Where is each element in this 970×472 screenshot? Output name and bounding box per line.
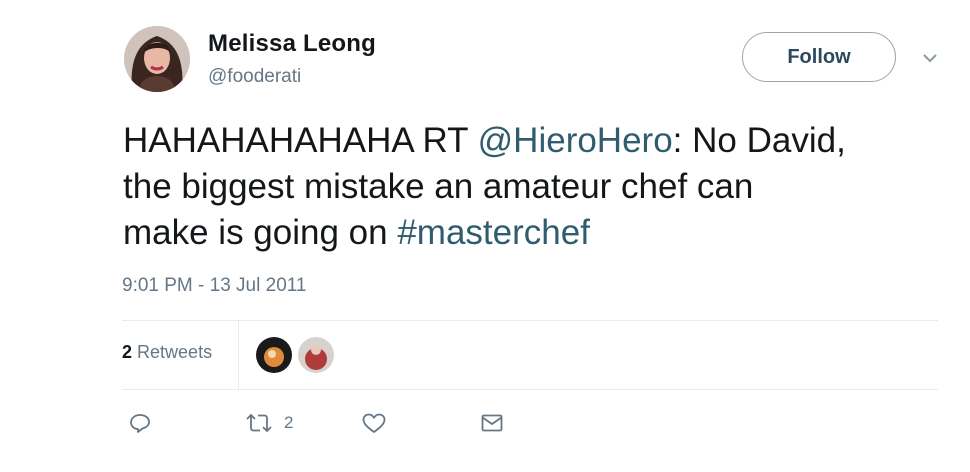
heart-icon xyxy=(362,413,386,433)
divider xyxy=(122,389,938,390)
retweeter-avatar[interactable] xyxy=(256,337,292,373)
tweet-text-line: the biggest mistake an amateur chef can xyxy=(123,167,754,206)
author-display-name[interactable]: Melissa Leong xyxy=(208,30,376,58)
tweet-card: Melissa Leong @fooderati Follow HAHAHAHA… xyxy=(0,0,970,472)
divider xyxy=(122,320,938,321)
tweet-text-part: : No David, xyxy=(672,121,846,160)
chevron-down-icon[interactable] xyxy=(923,52,937,64)
tweet-text-part: make is going on xyxy=(123,213,398,252)
stats-divider xyxy=(238,320,239,389)
envelope-icon xyxy=(481,414,503,432)
tweet-text: HAHAHAHAHAHA RT @HieroHero: No David, th… xyxy=(123,118,963,256)
reply-icon xyxy=(130,414,150,433)
retweeter-avatar[interactable] xyxy=(298,337,334,373)
retweet-icon xyxy=(246,413,272,433)
author-avatar[interactable] xyxy=(124,26,190,92)
follow-button[interactable]: Follow xyxy=(742,32,896,82)
retweet-stat-count: 2 xyxy=(122,342,133,362)
author-handle[interactable]: @fooderati xyxy=(208,66,301,88)
reply-button[interactable] xyxy=(128,410,152,436)
retweet-stat-label: Retweets xyxy=(137,342,213,362)
retweet-stats[interactable]: 2 Retweets xyxy=(122,342,212,363)
tweet-text-part: HAHAHAHAHAHA RT xyxy=(123,121,478,160)
tweet-timestamp[interactable]: 9:01 PM - 13 Jul 2011 xyxy=(122,275,306,297)
retweet-button[interactable]: 2 xyxy=(244,410,293,436)
mention-link[interactable]: @HieroHero xyxy=(478,121,673,160)
retweet-count: 2 xyxy=(284,413,294,432)
direct-message-button[interactable] xyxy=(480,410,504,436)
like-button[interactable] xyxy=(361,410,387,436)
hashtag-link[interactable]: #masterchef xyxy=(397,213,590,252)
